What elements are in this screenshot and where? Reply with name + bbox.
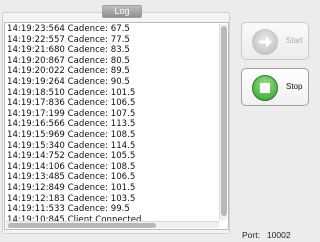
stop-button[interactable]: Stop <box>241 68 309 106</box>
log-line: 14:19:18:510 Cadence: 101.5 <box>7 87 136 98</box>
log-line: 14:19:19:264 Cadence: 90.5 <box>7 76 130 87</box>
log-line: 14:19:22:557 Cadence: 77.5 <box>7 34 130 45</box>
log-line: 14:19:17:199 Cadence: 107.5 <box>7 108 136 119</box>
app-window: Log 14:19:23:564 Cadence: 67.5 14:19:22:5… <box>0 0 314 242</box>
log-title: Log <box>102 5 142 18</box>
start-button-label: Start <box>286 36 303 45</box>
log-lines: 14:19:23:564 Cadence: 67.5 14:19:22:557 C… <box>7 24 142 225</box>
log-line: 14:19:15:969 Cadence: 108.5 <box>7 129 136 140</box>
port-label: Port: <box>242 230 260 240</box>
vertical-scrollbar[interactable] <box>219 24 227 220</box>
log-line: 14:19:23:564 Cadence: 67.5 <box>7 24 130 34</box>
horizontal-scroll-thumb[interactable] <box>8 223 156 228</box>
vertical-scroll-thumb[interactable] <box>221 26 227 216</box>
log-line: 14:19:12:849 Cadence: 101.5 <box>7 182 136 193</box>
stop-button-label: Stop <box>286 82 303 91</box>
stop-square-icon <box>252 75 278 101</box>
log-line: 14:19:11:533 Cadence: 99.5 <box>7 204 130 215</box>
log-text-area[interactable]: 14:19:23:564 Cadence: 67.5 14:19:22:557 C… <box>4 22 229 230</box>
log-line: 14:19:13:485 Cadence: 106.5 <box>7 172 136 183</box>
log-line: 14:19:14:106 Cadence: 108.5 <box>7 161 136 172</box>
log-line: 14:19:17:836 Cadence: 106.5 <box>7 98 136 109</box>
horizontal-scrollbar[interactable] <box>6 221 219 228</box>
log-line: 14:19:20:022 Cadence: 89.5 <box>7 66 130 77</box>
log-line: 14:19:21:680 Cadence: 83.5 <box>7 45 130 56</box>
port-value: 10002 <box>266 230 291 240</box>
start-button[interactable]: Start <box>241 22 309 60</box>
log-line: 14:19:12:183 Cadence: 103.5 <box>7 193 136 204</box>
log-line: 14:19:14:752 Cadence: 105.5 <box>7 151 136 162</box>
log-line: 14:19:20:867 Cadence: 80.5 <box>7 55 130 66</box>
log-line: 14:19:16:566 Cadence: 113.5 <box>7 119 136 130</box>
log-line: 14:19:15:340 Cadence: 114.5 <box>7 140 136 151</box>
arrow-right-icon <box>252 29 278 55</box>
port-status: Port: 10002 <box>242 230 291 240</box>
